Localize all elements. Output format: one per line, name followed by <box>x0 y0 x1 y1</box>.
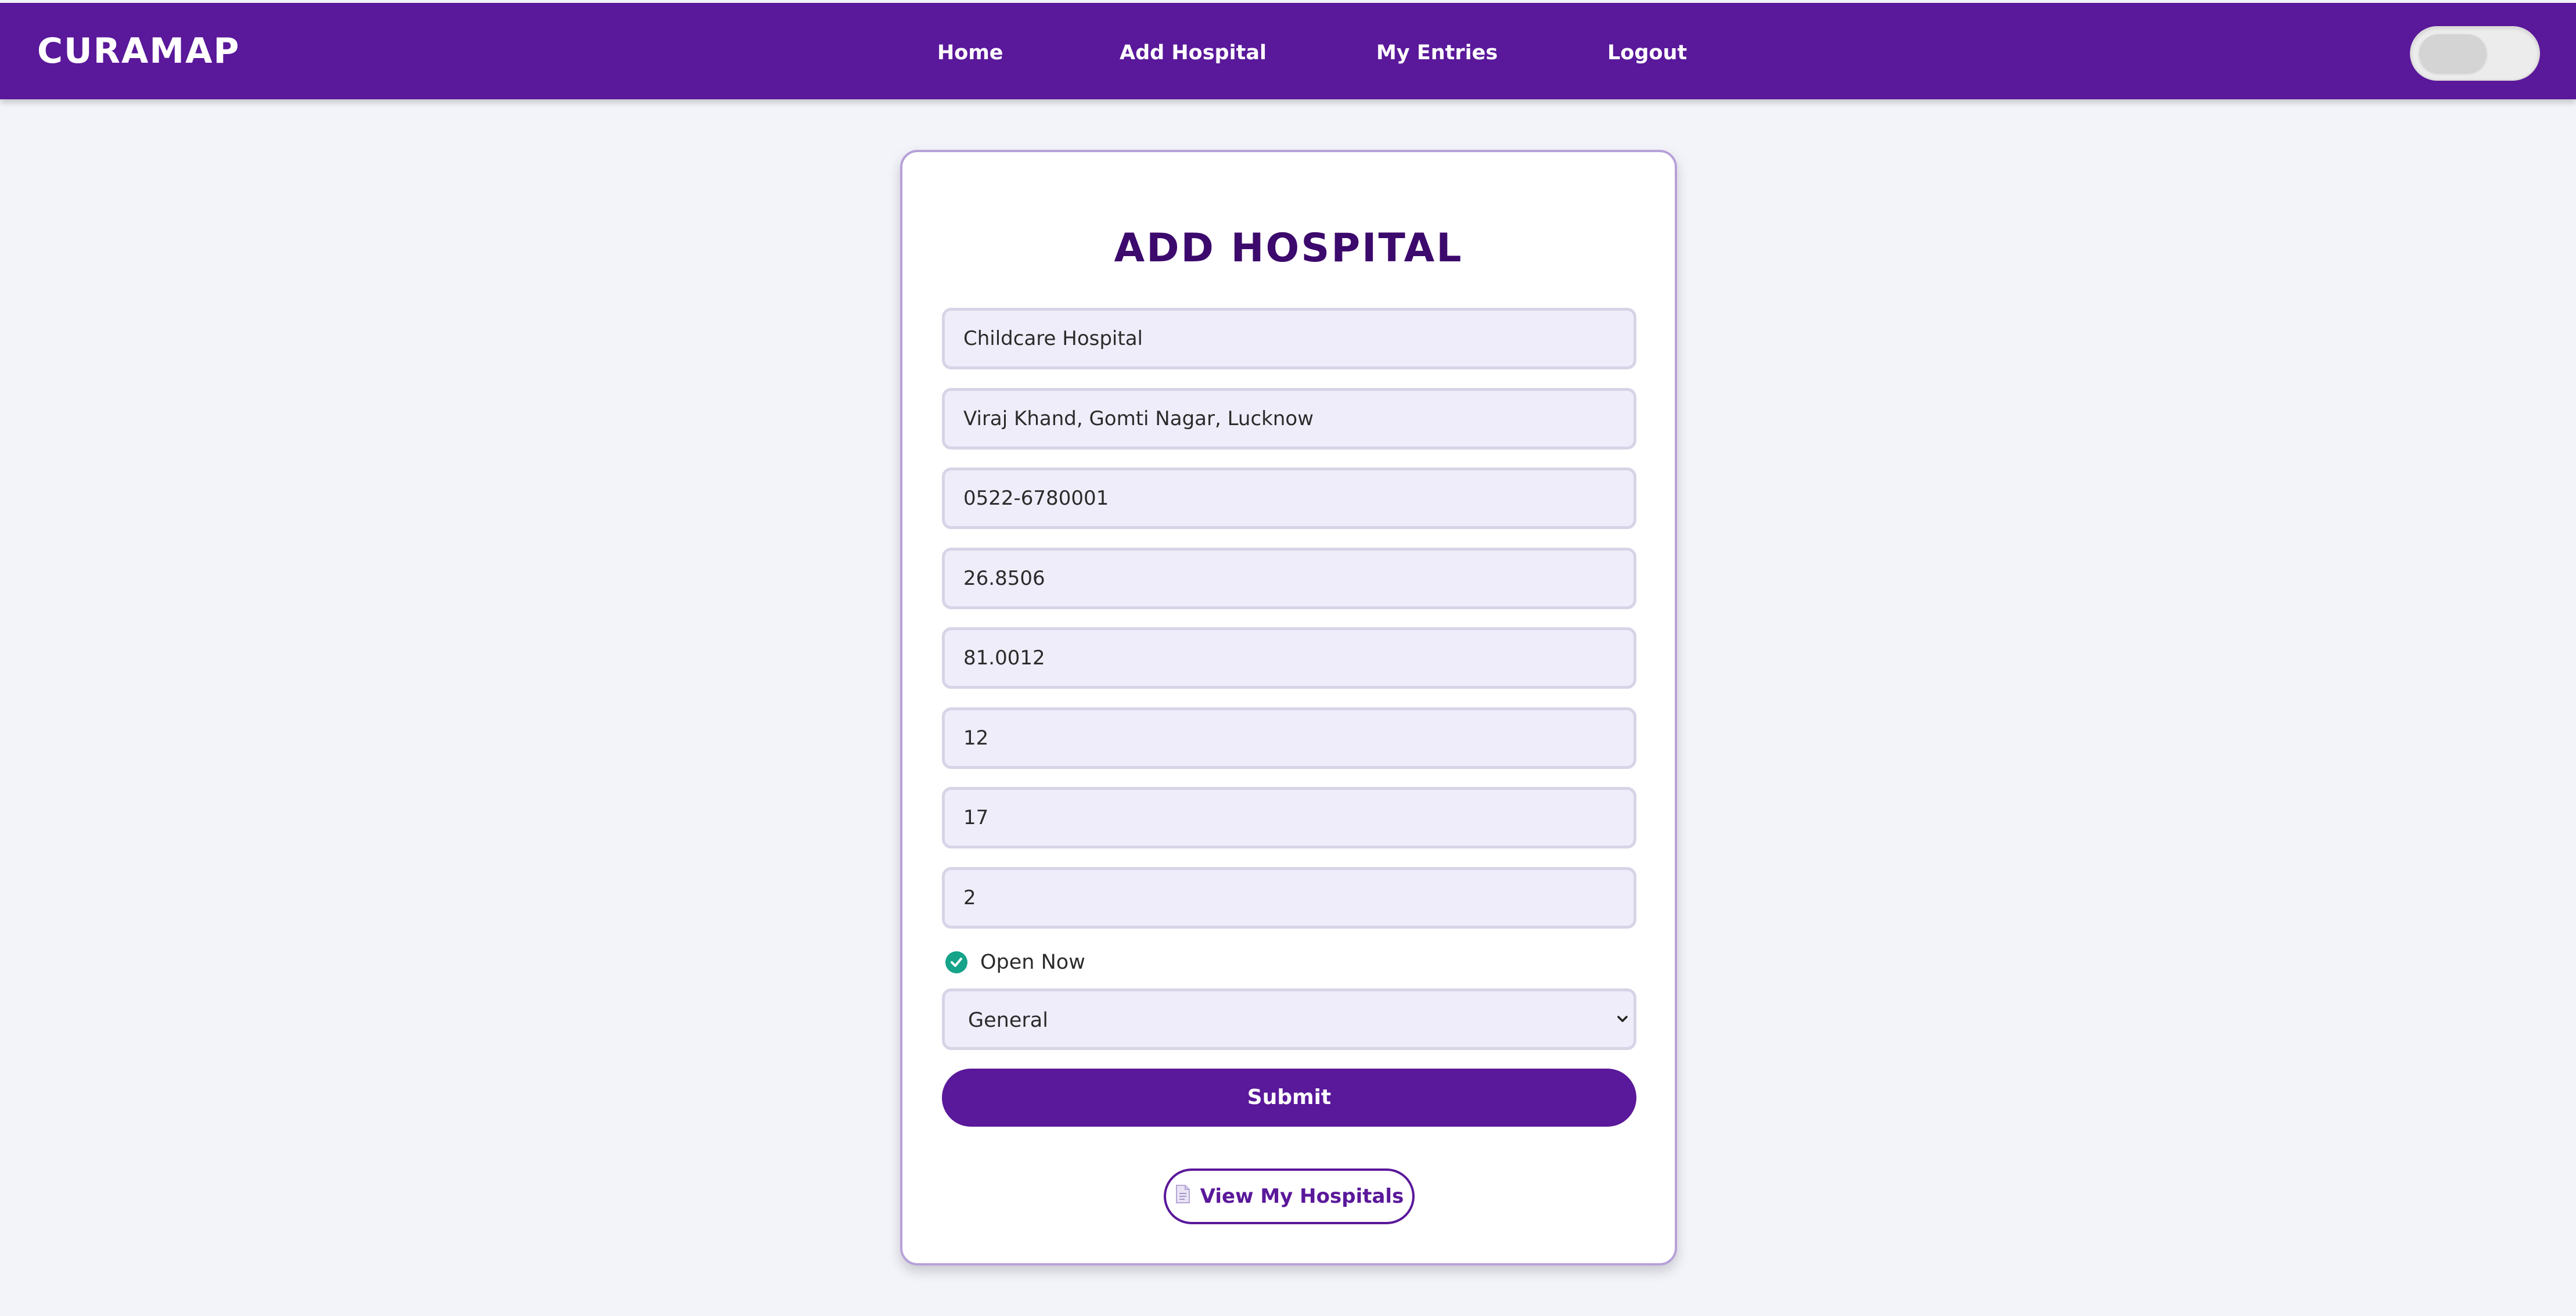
top-navbar: CURAMAP Home Add Hospital My Entries Log… <box>0 3 2576 99</box>
hospital-type-select[interactable]: General <box>942 988 1636 1050</box>
add-hospital-card: ADD HOSPITAL Open Now General Submit <box>900 150 1677 1265</box>
open-now-label: Open Now <box>980 951 1085 974</box>
nav-my-entries-link[interactable]: My Entries <box>1376 41 1498 64</box>
submit-button[interactable]: Submit <box>942 1069 1636 1127</box>
form-title: ADD HOSPITAL <box>1114 225 1463 271</box>
nav-home-link[interactable]: Home <box>937 41 1003 64</box>
main-nav: Home Add Hospital My Entries Logout <box>0 41 2576 70</box>
hospital-name-input[interactable] <box>942 308 1636 369</box>
numeric-field-7-input[interactable] <box>942 787 1636 848</box>
numeric-field-6-input[interactable] <box>942 707 1636 769</box>
longitude-input[interactable] <box>942 627 1636 689</box>
numeric-field-8-input[interactable] <box>942 867 1636 929</box>
checkmark-icon <box>945 951 967 973</box>
view-my-hospitals-button[interactable]: View My Hospitals <box>1164 1168 1415 1224</box>
view-my-hospitals-label: View My Hospitals <box>1200 1185 1404 1208</box>
toggle-knob <box>2419 34 2487 73</box>
latitude-input[interactable] <box>942 548 1636 609</box>
hospital-address-input[interactable] <box>942 388 1636 450</box>
chevron-down-icon <box>1617 1016 1628 1022</box>
nav-add-hospital-link[interactable]: Add Hospital <box>1120 41 1267 64</box>
document-icon <box>1175 1184 1191 1209</box>
hospital-type-value: General <box>968 1009 1048 1032</box>
open-now-checkbox[interactable]: Open Now <box>945 948 1085 977</box>
theme-toggle[interactable] <box>2411 27 2539 80</box>
nav-logout-link[interactable]: Logout <box>1607 41 1687 64</box>
hospital-phone-input[interactable] <box>942 468 1636 529</box>
